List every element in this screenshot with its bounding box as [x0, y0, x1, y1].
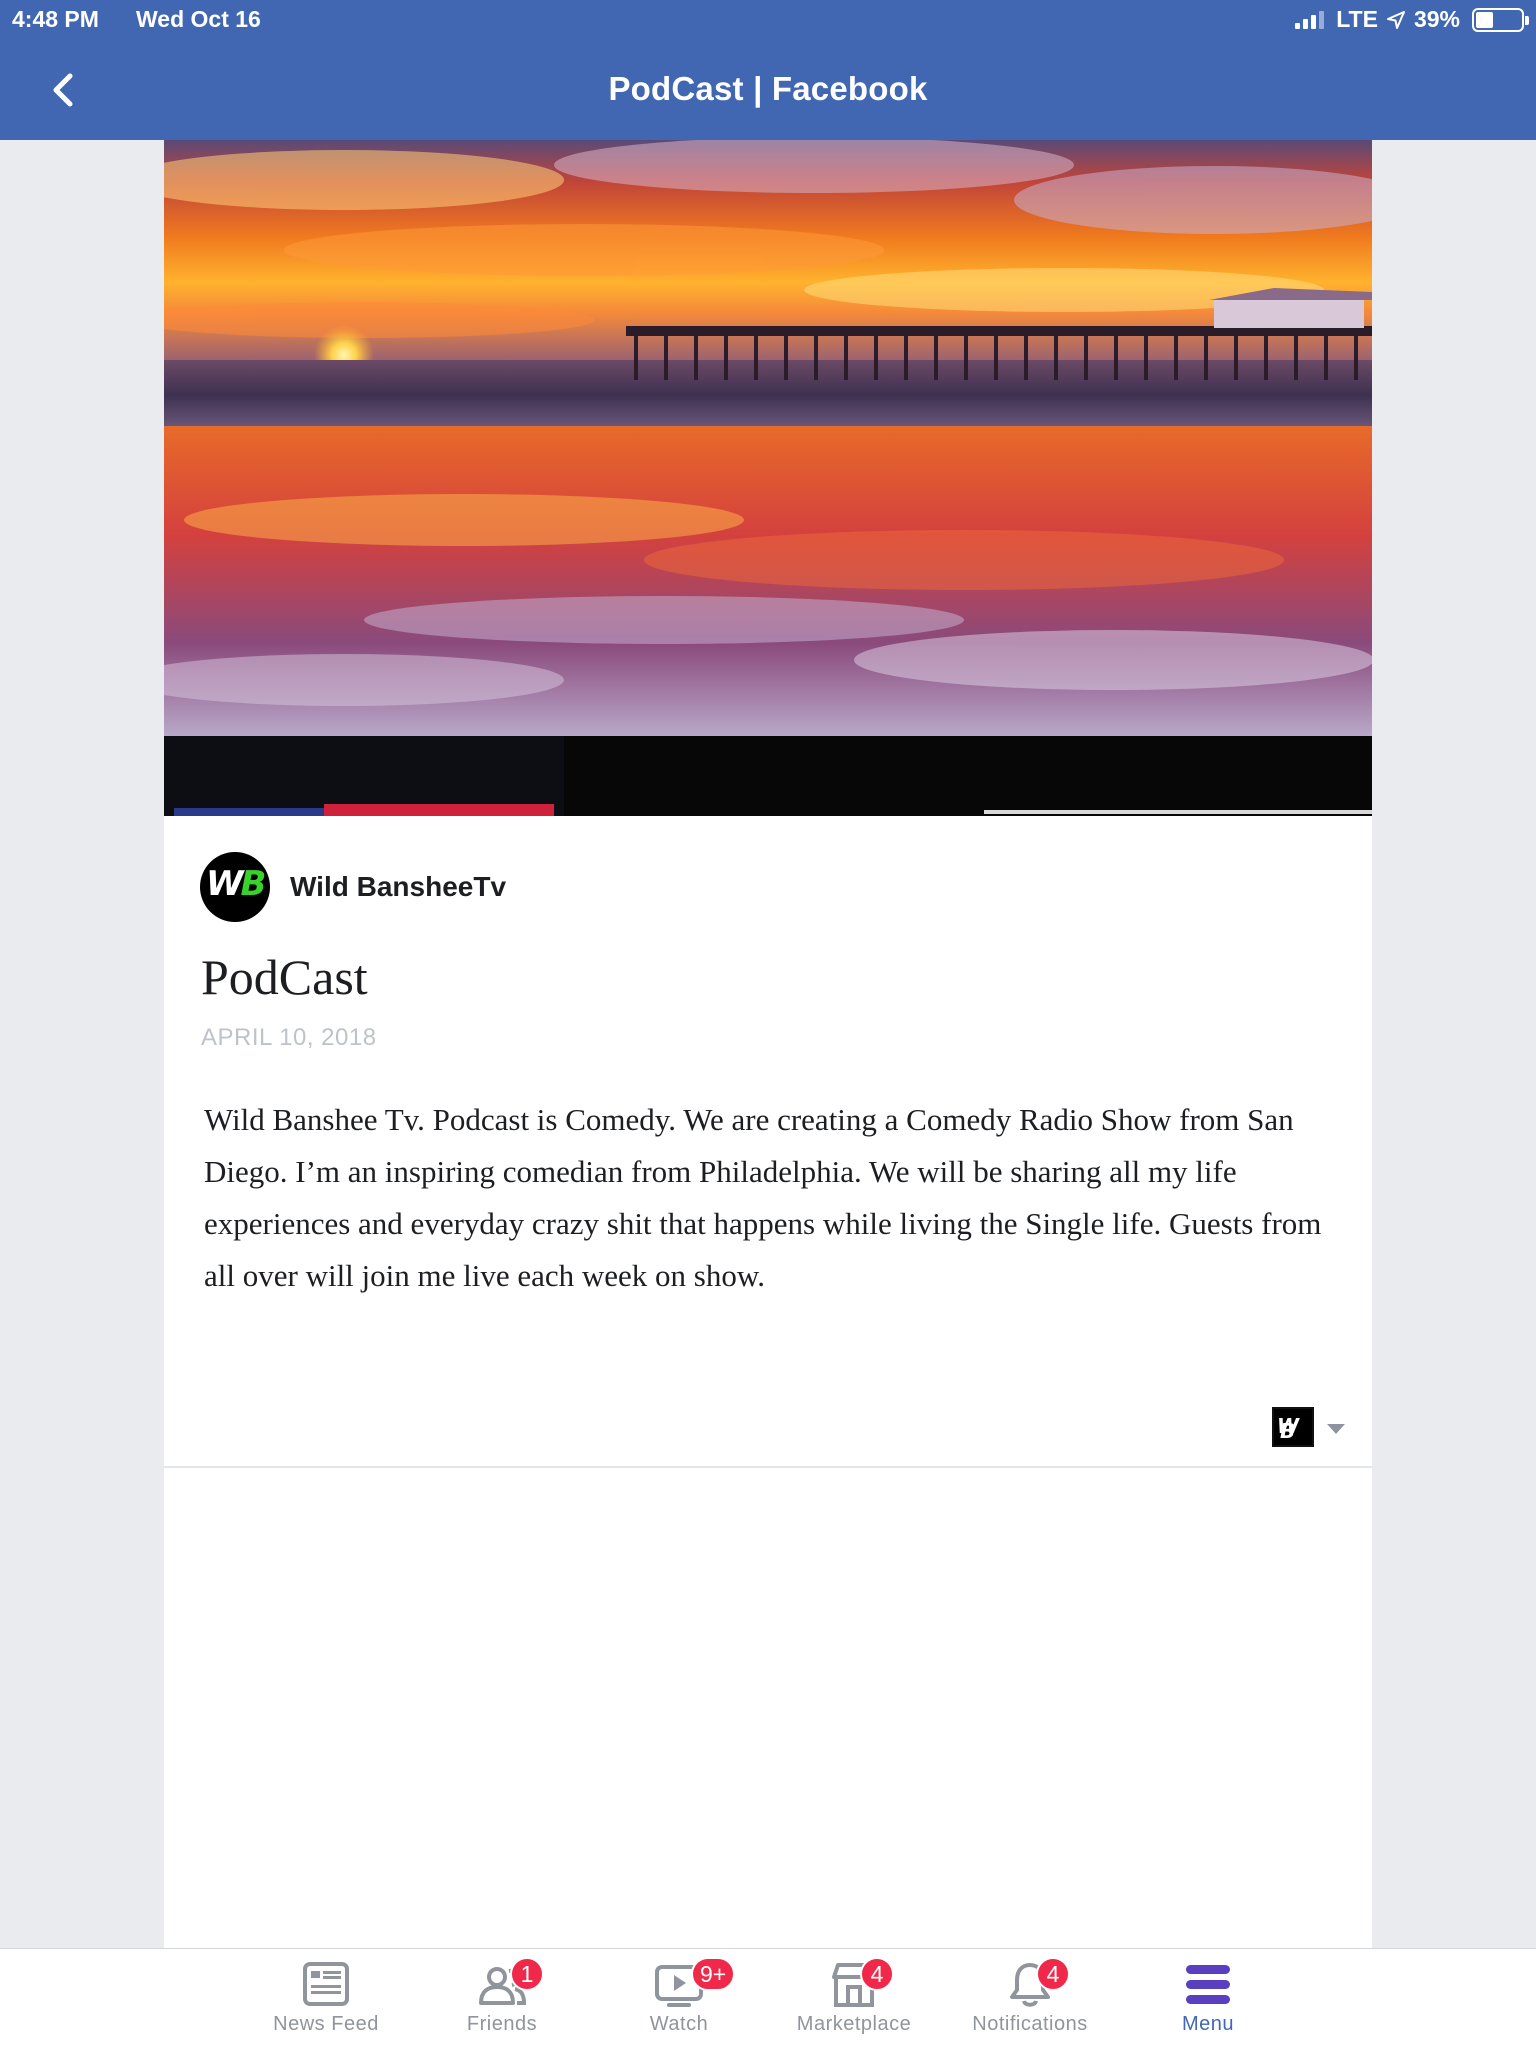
tab-friends[interactable]: 1 Friends: [414, 1949, 590, 2048]
tab-menu[interactable]: Menu: [1120, 1949, 1296, 2048]
marketplace-badge: 4: [860, 1957, 894, 1991]
tab-label: Friends: [466, 2013, 538, 2035]
tab-watch[interactable]: 9+ Watch: [591, 1949, 767, 2048]
tab-label: Notifications: [972, 2013, 1088, 2035]
article-body: Wild Banshee Tv. Podcast is Comedy. We a…: [204, 1102, 1322, 1293]
status-time: 4:48 PM: [12, 6, 99, 32]
network-label: LTE: [1336, 6, 1378, 32]
author-row[interactable]: WB Wild BansheeTv: [200, 852, 506, 922]
avatar[interactable]: WB: [200, 852, 270, 922]
sunset-pier-image: [164, 140, 1372, 816]
tab-label: News Feed: [273, 2013, 379, 2035]
divider: [164, 1466, 1372, 1468]
tab-marketplace[interactable]: 4 Marketplace: [766, 1949, 942, 2048]
status-bar: 4:48 PM Wed Oct 16 LTE 39%: [0, 0, 1536, 40]
page-logo[interactable]: WB: [1272, 1407, 1314, 1447]
chevron-down-icon[interactable]: [1327, 1424, 1345, 1434]
status-right: LTE 39%: [1295, 6, 1529, 33]
page-title: PodCast | Facebook: [608, 70, 928, 107]
top-bar: 4:48 PM Wed Oct 16 LTE 39% PodCast | Fac…: [0, 0, 1536, 140]
battery-percent: 39%: [1413, 6, 1460, 32]
tab-label: Marketplace: [796, 2013, 912, 2035]
article-title: PodCast: [201, 949, 368, 1005]
avatar-logo-text: WB: [206, 864, 266, 904]
battery-icon: [1472, 7, 1529, 32]
friends-badge: 1: [510, 1957, 544, 1991]
signal-icon: [1295, 10, 1325, 29]
watch-badge: 9+: [691, 1957, 736, 1991]
hero-image: [164, 140, 1372, 816]
tab-notifications[interactable]: 4 Notifications: [942, 1949, 1118, 2048]
article-card: WB Wild BansheeTv PodCast APRIL 10, 2018…: [164, 140, 1372, 1948]
location-arrow-icon: [1386, 10, 1405, 29]
tab-news-feed[interactable]: News Feed: [238, 1949, 414, 2048]
notifications-badge: 4: [1036, 1957, 1070, 1991]
tab-label: Menu: [1181, 2013, 1235, 2035]
navigation-bar: PodCast | Facebook: [0, 40, 1536, 140]
article-date: APRIL 10, 2018: [201, 1024, 377, 1051]
news-feed-icon: [303, 1962, 349, 2006]
menu-icon: [1186, 1965, 1230, 2004]
page-logo-text: WB: [1277, 1414, 1299, 1443]
bottom-tab-bar: News Feed 1 Friends 9+ Watch 4 Marketpla…: [0, 1948, 1536, 2048]
author-name[interactable]: Wild BansheeTv: [290, 871, 506, 903]
status-date: Wed Oct 16: [136, 6, 261, 32]
tab-label: Watch: [649, 2013, 709, 2035]
